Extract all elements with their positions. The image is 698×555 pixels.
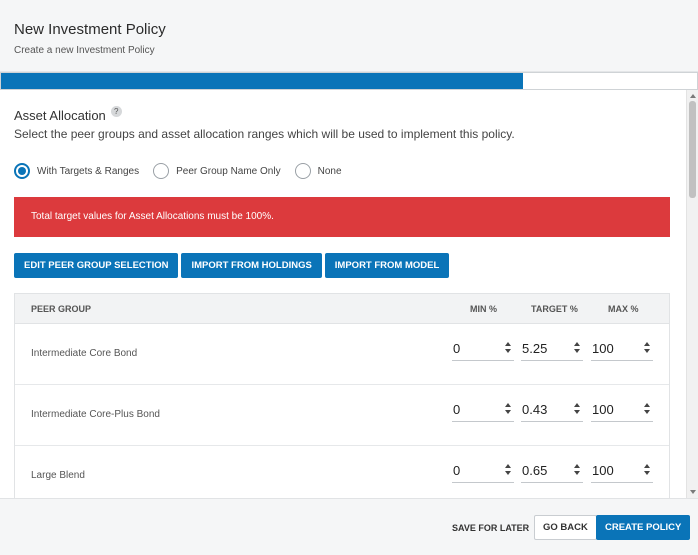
table-header: PEER GROUP MIN % TARGET % MAX % — [15, 294, 669, 324]
scrollbar-thumb[interactable] — [689, 101, 696, 198]
section-header: Asset Allocation ? — [14, 106, 122, 123]
table-row: Intermediate Core Bond 0 5.25 100 — [15, 324, 669, 385]
spinner-icon[interactable] — [573, 403, 581, 417]
spinner-icon[interactable] — [643, 403, 651, 417]
import-from-holdings-button[interactable]: IMPORT FROM HOLDINGS — [181, 253, 322, 278]
peer-group-name: Large Blend — [31, 470, 85, 481]
spinner-icon[interactable] — [573, 342, 581, 356]
max-percent-input[interactable]: 100 — [591, 336, 653, 361]
page-title: New Investment Policy — [14, 21, 166, 38]
radio-circle[interactable] — [153, 163, 170, 179]
action-buttons: EDIT PEER GROUP SELECTION IMPORT FROM HO… — [14, 253, 452, 278]
scroll-up-arrow-icon[interactable] — [690, 94, 696, 98]
vertical-scrollbar[interactable] — [686, 90, 698, 498]
spinner-icon[interactable] — [504, 464, 512, 478]
footer-bar: SAVE FOR LATER GO BACK CREATE POLICY — [0, 498, 698, 555]
save-for-later-button[interactable]: SAVE FOR LATER — [452, 523, 529, 533]
radio-circle[interactable] — [294, 163, 311, 179]
main-content: Asset Allocation ? Select the peer group… — [0, 90, 686, 498]
target-value: 5.25 — [522, 341, 548, 356]
section-description: Select the peer groups and asset allocat… — [14, 127, 515, 141]
spinner-icon[interactable] — [504, 403, 512, 417]
target-percent-input[interactable]: 0.65 — [521, 458, 583, 483]
question-icon[interactable]: ? — [110, 106, 122, 117]
min-value: 0 — [453, 341, 461, 356]
peer-group-name: Intermediate Core Bond — [31, 348, 138, 359]
target-value: 0.65 — [522, 463, 548, 478]
max-percent-input[interactable]: 100 — [591, 397, 653, 422]
radio-circle[interactable] — [14, 163, 30, 179]
radio-label: None — [317, 165, 342, 177]
allocation-mode-radio-group: With Targets & Ranges Peer Group Name On… — [14, 163, 356, 179]
asset-allocation-table: PEER GROUP MIN % TARGET % MAX % Intermed… — [14, 293, 670, 498]
table-row: Intermediate Core-Plus Bond 0 0.43 100 — [15, 385, 669, 446]
max-percent-input[interactable]: 100 — [591, 458, 653, 483]
column-header-max: MAX % — [608, 304, 639, 314]
progress-fill — [1, 73, 523, 89]
table-row: Large Blend 0 0.65 100 — [15, 446, 669, 498]
scroll-down-arrow-icon[interactable] — [690, 490, 696, 494]
radio-with-targets-ranges[interactable]: With Targets & Ranges — [14, 163, 139, 179]
column-header-peer-group: PEER GROUP — [31, 304, 92, 314]
min-percent-input[interactable]: 0 — [452, 458, 514, 483]
max-value: 100 — [592, 341, 614, 356]
radio-label: Peer Group Name Only — [176, 165, 281, 177]
page-header: New Investment Policy Create a new Inves… — [0, 0, 698, 72]
go-back-button[interactable]: GO BACK — [534, 515, 597, 540]
create-policy-button[interactable]: CREATE POLICY — [596, 515, 691, 540]
page-subtitle: Create a new Investment Policy — [14, 45, 155, 56]
progress-bar — [0, 72, 698, 90]
import-from-model-button[interactable]: IMPORT FROM MODEL — [324, 253, 450, 278]
min-value: 0 — [453, 402, 461, 417]
min-value: 0 — [453, 463, 461, 478]
spinner-icon[interactable] — [643, 342, 651, 356]
spinner-icon[interactable] — [643, 464, 651, 478]
column-header-min: MIN % — [470, 304, 497, 314]
peer-group-name: Intermediate Core-Plus Bond — [31, 409, 160, 420]
column-header-target: TARGET % — [531, 304, 578, 314]
error-alert: Total target values for Asset Allocation… — [14, 197, 670, 237]
target-percent-input[interactable]: 0.43 — [521, 397, 583, 422]
max-value: 100 — [592, 463, 614, 478]
spinner-icon[interactable] — [504, 342, 512, 356]
radio-none[interactable]: None — [294, 163, 342, 179]
section-title: Asset Allocation — [14, 108, 106, 123]
spinner-icon[interactable] — [573, 464, 581, 478]
min-percent-input[interactable]: 0 — [452, 397, 514, 422]
radio-peer-group-name-only[interactable]: Peer Group Name Only — [153, 163, 281, 179]
radio-label: With Targets & Ranges — [37, 165, 140, 177]
target-percent-input[interactable]: 5.25 — [521, 336, 583, 361]
edit-peer-group-selection-button[interactable]: EDIT PEER GROUP SELECTION — [14, 253, 179, 278]
max-value: 100 — [592, 402, 614, 417]
target-value: 0.43 — [522, 402, 548, 417]
min-percent-input[interactable]: 0 — [452, 336, 514, 361]
